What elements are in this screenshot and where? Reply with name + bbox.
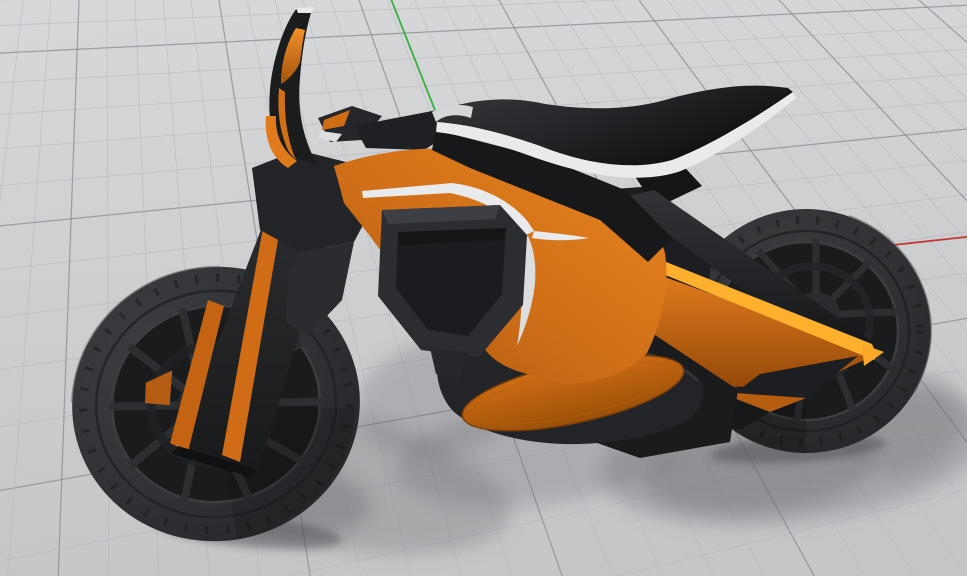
render-canvas[interactable] [0,0,967,576]
viewport-3d[interactable] [0,0,967,576]
